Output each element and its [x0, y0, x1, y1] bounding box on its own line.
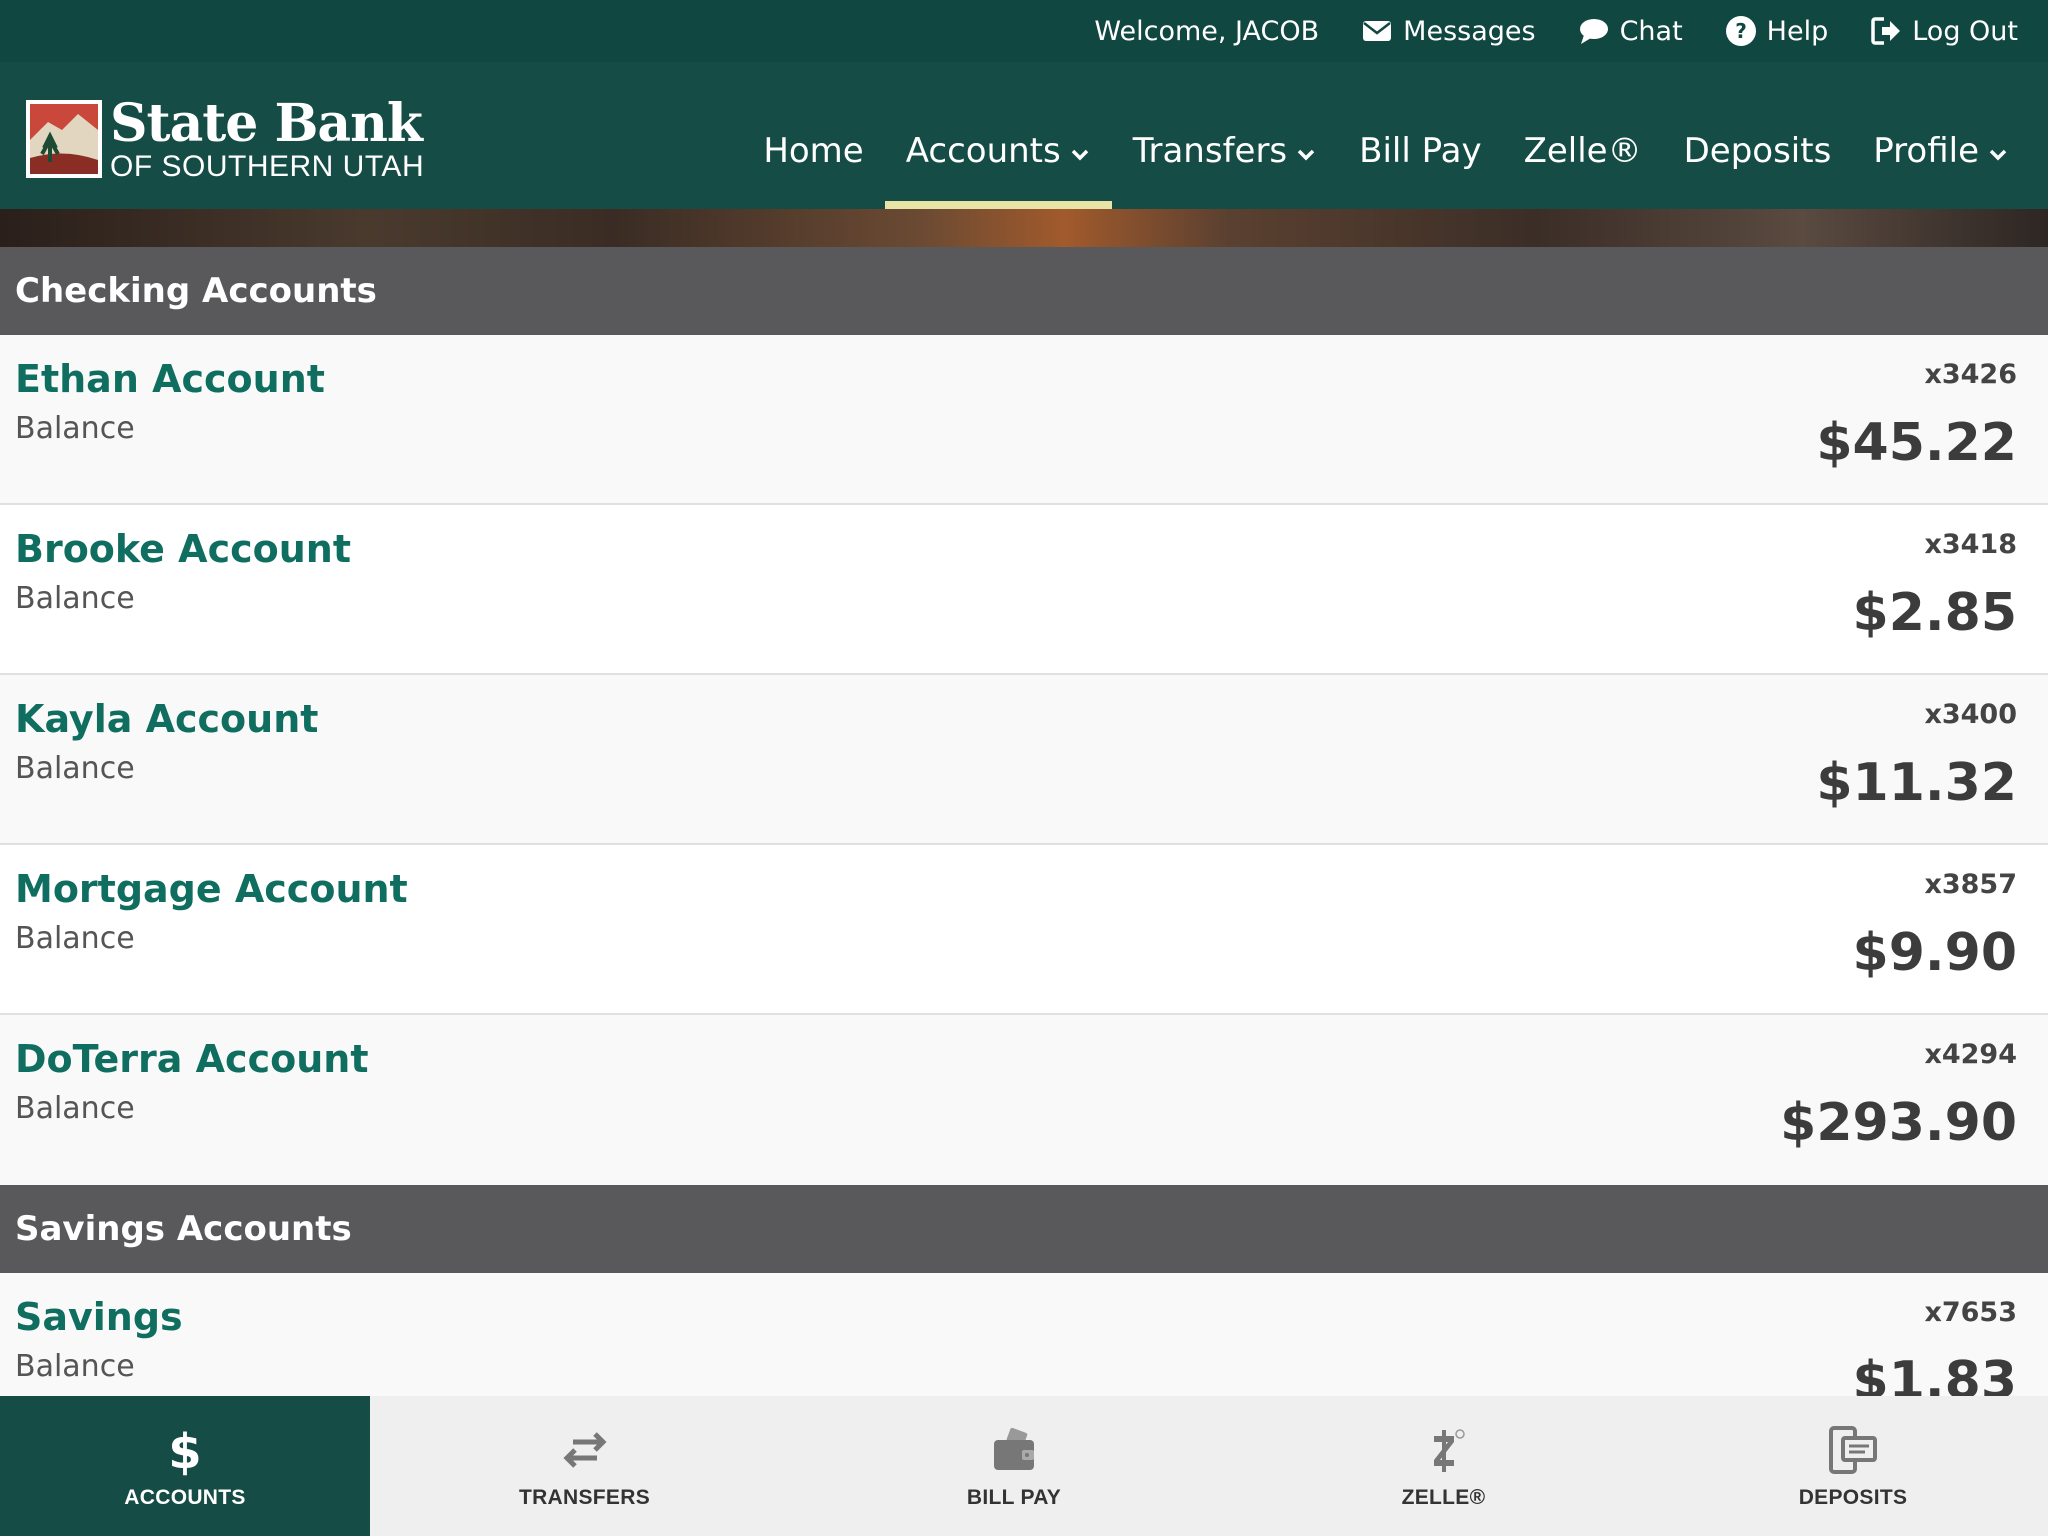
- nav-billpay-label: Bill Pay: [1359, 130, 1482, 171]
- logout-link[interactable]: Log Out: [1870, 15, 2018, 47]
- bottom-nav-transfers-label: TRANSFERS: [518, 1486, 651, 1509]
- bank-logo[interactable]: State Bank OF SOUTHERN UTAH: [26, 96, 424, 182]
- balance-label: Balance: [15, 751, 135, 786]
- nav-profile[interactable]: Profile: [1852, 62, 2030, 209]
- messages-link[interactable]: Messages: [1361, 15, 1536, 47]
- account-row[interactable]: Brooke Account Balance x3418 $2.85: [0, 505, 2048, 675]
- nav-deposits[interactable]: Deposits: [1663, 62, 1853, 209]
- account-name: DoTerra Account: [15, 1037, 369, 1081]
- account-number: x3426: [1924, 359, 2017, 390]
- bottom-nav-accounts[interactable]: $ ACCOUNTS: [0, 1396, 370, 1536]
- bottom-nav-zelle[interactable]: ZELLE®: [1229, 1396, 1658, 1536]
- logo-mark-icon: [26, 100, 102, 178]
- help-link[interactable]: ? Help: [1725, 15, 1829, 47]
- balance-label: Balance: [15, 921, 135, 956]
- bottom-nav-billpay[interactable]: BILL PAY: [799, 1396, 1229, 1536]
- bottom-nav-deposits-label: DEPOSITS: [1798, 1486, 1908, 1509]
- account-number: x3857: [1924, 869, 2017, 900]
- bottom-nav-transfers[interactable]: TRANSFERS: [370, 1396, 799, 1536]
- check-deposit-icon: [1829, 1426, 1877, 1474]
- bank-name: State Bank: [110, 93, 423, 154]
- bottom-nav-deposits[interactable]: DEPOSITS: [1658, 1396, 2048, 1536]
- bank-subtitle: OF SOUTHERN UTAH: [110, 150, 425, 183]
- account-number: x3400: [1924, 699, 2017, 730]
- account-name: Brooke Account: [15, 527, 352, 571]
- account-balance: $293.90: [1780, 1093, 2017, 1153]
- bottom-nav-zelle-label: ZELLE®: [1401, 1486, 1486, 1509]
- bottom-nav-billpay-label: BILL PAY: [966, 1486, 1062, 1509]
- nav-billpay[interactable]: Bill Pay: [1338, 62, 1502, 209]
- nav-transfers-label: Transfers: [1132, 130, 1288, 171]
- account-row[interactable]: Savings Balance x7653 $1.83: [0, 1273, 2048, 1397]
- dollar-icon: $: [168, 1424, 201, 1478]
- nav-home[interactable]: Home: [742, 62, 884, 209]
- nav-transfers[interactable]: Transfers: [1112, 62, 1338, 209]
- account-balance: $45.22: [1816, 413, 2017, 473]
- checking-section-title: Checking Accounts: [15, 271, 377, 311]
- savings-section-title: Savings Accounts: [15, 1209, 352, 1249]
- chat-link[interactable]: Chat: [1578, 15, 1683, 47]
- messages-label: Messages: [1403, 15, 1536, 47]
- chevron-down-icon: [1071, 149, 1088, 160]
- account-row[interactable]: DoTerra Account Balance x4294 $293.90: [0, 1015, 2048, 1185]
- logo-text: State Bank OF SOUTHERN UTAH: [110, 96, 424, 182]
- account-balance: $11.32: [1816, 753, 2017, 813]
- checking-section-header: Checking Accounts: [0, 247, 2048, 335]
- chat-label: Chat: [1619, 15, 1683, 47]
- account-number: x4294: [1924, 1039, 2017, 1070]
- account-balance: $9.90: [1852, 923, 2017, 983]
- main-header: State Bank OF SOUTHERN UTAH Home Account…: [0, 62, 2048, 209]
- wallet-icon: [994, 1427, 1034, 1470]
- account-row[interactable]: Kayla Account Balance x3400 $11.32: [0, 675, 2048, 845]
- bottom-nav-accounts-label: ACCOUNTS: [124, 1486, 246, 1509]
- account-number: x7653: [1924, 1297, 2017, 1328]
- nav-accounts-label: Accounts: [905, 130, 1061, 171]
- sign-out-icon: [1871, 17, 1901, 45]
- balance-label: Balance: [15, 1091, 135, 1126]
- help-label: Help: [1766, 15, 1829, 47]
- envelope-icon: [1363, 21, 1392, 41]
- account-row[interactable]: Ethan Account Balance x3426 $45.22: [0, 335, 2048, 505]
- balance-label: Balance: [15, 581, 135, 616]
- svg-text:$: $: [168, 1424, 201, 1478]
- nav-deposits-label: Deposits: [1683, 130, 1832, 171]
- balance-label: Balance: [15, 411, 135, 446]
- account-name: Kayla Account: [15, 697, 319, 741]
- svg-text:?: ?: [1735, 19, 1747, 43]
- utility-bar: Welcome, JACOB Messages Chat ? Help Log …: [0, 0, 2048, 62]
- bottom-nav: $ ACCOUNTS TRANSFERS BILL PAY ZELLE® DEP…: [0, 1396, 2048, 1536]
- main-nav: Home Accounts Transfers Bill Pay Zelle® …: [742, 62, 2030, 209]
- question-circle-icon: ?: [1725, 16, 1756, 46]
- savings-section-header: Savings Accounts: [0, 1185, 2048, 1273]
- nav-accounts[interactable]: Accounts: [884, 62, 1112, 209]
- account-balance: $1.83: [1852, 1351, 2017, 1397]
- balance-label: Balance: [15, 1349, 135, 1384]
- transfer-arrows-icon: [562, 1432, 607, 1468]
- chat-bubble-icon: [1579, 19, 1608, 44]
- welcome-text: Welcome, JACOB: [1094, 15, 1320, 47]
- account-name: Mortgage Account: [15, 867, 408, 911]
- account-balance: $2.85: [1852, 583, 2017, 643]
- account-number: x3418: [1924, 529, 2017, 560]
- account-name: Ethan Account: [15, 357, 325, 401]
- accounts-content[interactable]: Checking Accounts Ethan Account Balance …: [0, 247, 2048, 1397]
- logout-label: Log Out: [1912, 15, 2018, 47]
- nav-profile-label: Profile: [1873, 130, 1979, 171]
- nav-home-label: Home: [763, 130, 864, 171]
- nav-zelle-label: Zelle®: [1523, 130, 1642, 171]
- account-name: Savings: [15, 1295, 183, 1339]
- nav-zelle[interactable]: Zelle®: [1503, 62, 1663, 209]
- chevron-down-icon: [1989, 149, 2007, 160]
- chevron-down-icon: [1297, 149, 1315, 160]
- account-row[interactable]: Mortgage Account Balance x3857 $9.90: [0, 845, 2048, 1015]
- zelle-icon: [1433, 1429, 1465, 1472]
- hero-image-strip: [0, 209, 2048, 247]
